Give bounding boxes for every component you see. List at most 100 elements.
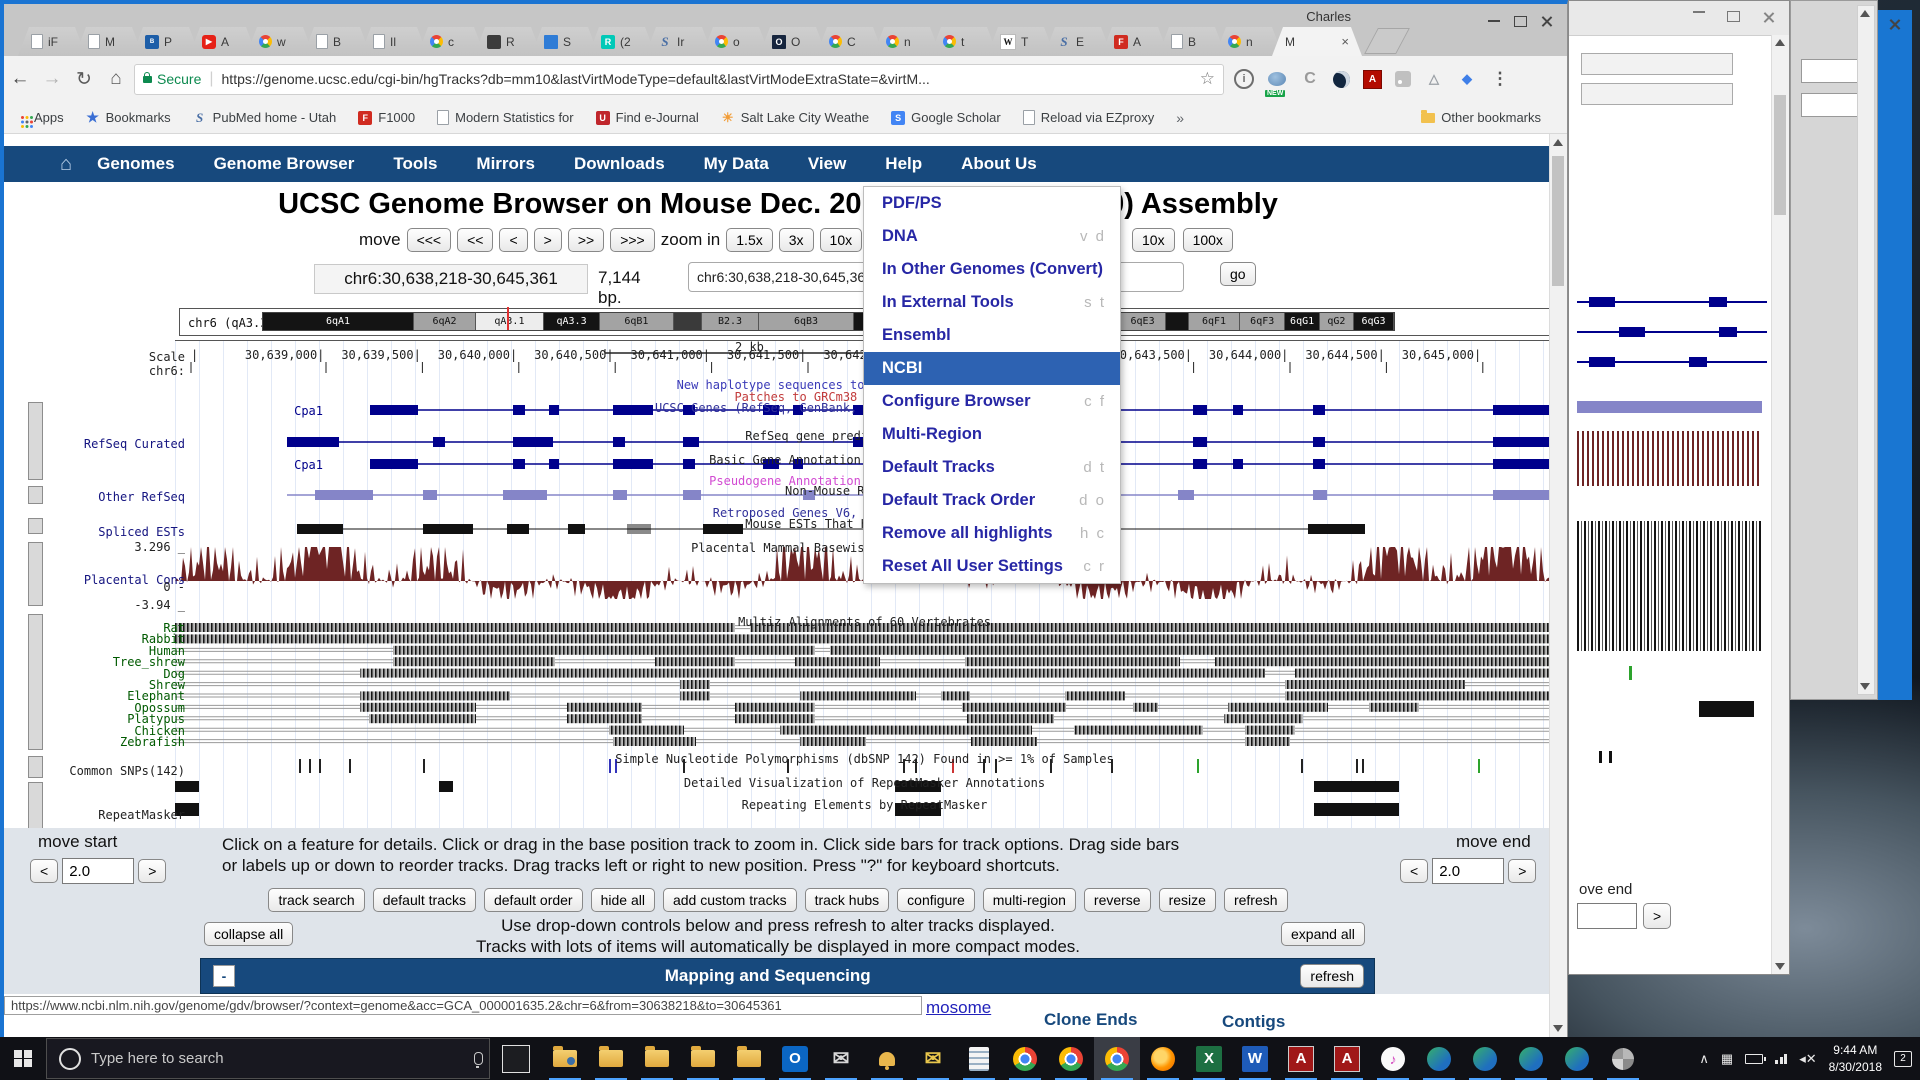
tab[interactable]: SE [1044, 27, 1112, 56]
bookmark-star-icon[interactable]: ☆ [1200, 69, 1215, 89]
taskbar-icon-mail[interactable]: ✉ [818, 1037, 864, 1080]
tab[interactable]: n [1215, 27, 1283, 56]
rss-extension-icon[interactable] [1395, 71, 1411, 87]
refresh-button[interactable]: refresh [1224, 888, 1288, 912]
nav-item-genome-browser[interactable]: Genome Browser [214, 154, 355, 174]
maximize-icon[interactable] [1727, 11, 1740, 22]
track-label[interactable]: 3.296 _ [134, 540, 185, 554]
nav-item-about-us[interactable]: About Us [961, 154, 1037, 174]
tab[interactable]: n [873, 27, 941, 56]
menu-item-default-tracks[interactable]: Default Tracksd t [864, 451, 1120, 484]
bookmarks-overflow-icon[interactable]: » [1176, 110, 1184, 126]
track-sidebar[interactable] [28, 614, 43, 750]
new-tab-button[interactable] [1364, 28, 1410, 54]
resize-button[interactable]: resize [1159, 888, 1216, 912]
home-icon[interactable]: ⌂ [100, 68, 132, 90]
track-hubs-button[interactable]: track hubs [805, 888, 890, 912]
background-window-scrollbar[interactable] [1771, 35, 1789, 974]
menu-item-in-external-tools[interactable]: In External Toolss t [864, 286, 1120, 319]
close-button[interactable] [1533, 10, 1559, 32]
back-icon[interactable]: ← [4, 68, 36, 90]
tab[interactable]: t [930, 27, 998, 56]
tab[interactable]: ▶A [189, 27, 257, 56]
taskbar-icon-folder[interactable] [680, 1037, 726, 1080]
tab[interactable]: B [303, 27, 371, 56]
menu-item-configure-browser[interactable]: Configure Browserc f [864, 385, 1120, 418]
taskbar-icon-word[interactable]: W [1232, 1037, 1278, 1080]
track-search-button[interactable]: track search [268, 888, 364, 912]
task-view-button[interactable] [502, 1045, 530, 1073]
move-button[interactable]: > [534, 228, 562, 252]
default-tracks-button[interactable]: default tracks [373, 888, 476, 912]
minimize-button[interactable] [1481, 10, 1507, 32]
track-sidebar[interactable] [28, 756, 43, 778]
bookmark-item[interactable]: ☀Salt Lake City Weathe [721, 110, 869, 125]
track-label[interactable]: chr6: [149, 364, 185, 378]
menu-item-default-track-order[interactable]: Default Track Orderd o [864, 484, 1120, 517]
menu-item-ensembl[interactable]: Ensembl [864, 319, 1120, 352]
ezproxy-new-extension-icon[interactable]: NEW [1267, 69, 1287, 89]
info-extension-icon[interactable]: i [1234, 69, 1254, 89]
zoom-in-button[interactable]: 1.5x [726, 228, 772, 252]
tab[interactable]: R(2 [588, 27, 656, 56]
tray-grid-icon[interactable]: ▦ [1721, 1051, 1733, 1067]
configure-button[interactable]: configure [897, 888, 975, 912]
taskbar-icon-endnote[interactable] [1554, 1037, 1600, 1080]
track-sidebar[interactable] [28, 782, 43, 832]
reverse-button[interactable]: reverse [1084, 888, 1151, 912]
track-label[interactable]: Other RefSeq [98, 490, 185, 504]
tab[interactable]: o [702, 27, 770, 56]
nav-item-help[interactable]: Help [885, 154, 922, 174]
go-button[interactable]: go [1220, 262, 1256, 286]
bookmark-item[interactable]: Modern Statistics for [437, 110, 574, 125]
taskbar-icon-acrobat[interactable]: A [1278, 1037, 1324, 1080]
taskbar-icon-notepad[interactable] [956, 1037, 1002, 1080]
tab[interactable]: SIr [645, 27, 713, 56]
bookmark-item[interactable]: FF1000 [358, 110, 415, 125]
microphone-icon[interactable] [474, 1052, 483, 1065]
moon-extension-icon[interactable] [1333, 71, 1350, 88]
taskbar-icon-folder[interactable] [726, 1037, 772, 1080]
track-label[interactable]: Common SNPs(142) [69, 764, 185, 778]
clock[interactable]: 9:44 AM 8/30/2018 [1829, 1042, 1882, 1076]
track-sidebar[interactable] [28, 402, 43, 480]
acrobat-extension-icon[interactable]: A [1363, 70, 1382, 89]
move-end-input[interactable] [1432, 858, 1504, 884]
track-label[interactable]: RepeatMasker [98, 808, 185, 822]
taskbar-icon-chrome[interactable] [1094, 1037, 1140, 1080]
close-icon[interactable] [1762, 11, 1775, 24]
track-label[interactable]: 0 - [163, 580, 185, 594]
c-extension-icon[interactable]: C [1300, 69, 1320, 89]
species-label[interactable]: Zebrafish [120, 735, 185, 749]
bookmark-item[interactable]: SPubMed home - Utah [193, 110, 337, 125]
collapse-group-button[interactable]: - [213, 965, 235, 987]
bg-move-end-input[interactable] [1577, 903, 1637, 929]
bookmark-item[interactable]: ★Bookmarks [86, 110, 171, 125]
tab[interactable]: FA [1101, 27, 1169, 56]
move-start-back-button[interactable]: < [30, 859, 58, 883]
taskbar-icon-chrome[interactable] [1048, 1037, 1094, 1080]
taskbar-icon-folder[interactable] [588, 1037, 634, 1080]
forward-icon[interactable]: → [36, 68, 68, 90]
taskbar-icon-endnote[interactable] [1416, 1037, 1462, 1080]
tab[interactable]: Il [360, 27, 428, 56]
nav-item-view[interactable]: View [808, 154, 846, 174]
tab[interactable]: c [417, 27, 485, 56]
menu-item-pdf-ps[interactable]: PDF/PS [864, 187, 1120, 220]
nav-item-mirrors[interactable]: Mirrors [476, 154, 535, 174]
tray-chevron-icon[interactable]: ∧ [1699, 1051, 1709, 1067]
move-start-forward-button[interactable]: > [138, 859, 166, 883]
menu-item-reset-all-user-settings[interactable]: Reset All User Settingsc r [864, 550, 1120, 583]
tab[interactable]: w [246, 27, 314, 56]
track-sidebar[interactable] [28, 486, 43, 504]
menu-item-remove-all-highlights[interactable]: Remove all highlightsh c [864, 517, 1120, 550]
ucsc-home-icon[interactable]: ⌂ [60, 153, 72, 176]
track-label[interactable]: RefSeq Curated [84, 437, 185, 451]
other-bookmarks[interactable]: Other bookmarks [1421, 110, 1541, 125]
multi-region-button[interactable]: multi-region [983, 888, 1076, 912]
taskbar-icon-excel[interactable]: X [1186, 1037, 1232, 1080]
move-start-input[interactable] [62, 858, 134, 884]
start-button[interactable] [0, 1037, 46, 1080]
tab[interactable]: iF [18, 27, 86, 56]
move-end-back-button[interactable]: < [1400, 859, 1428, 883]
